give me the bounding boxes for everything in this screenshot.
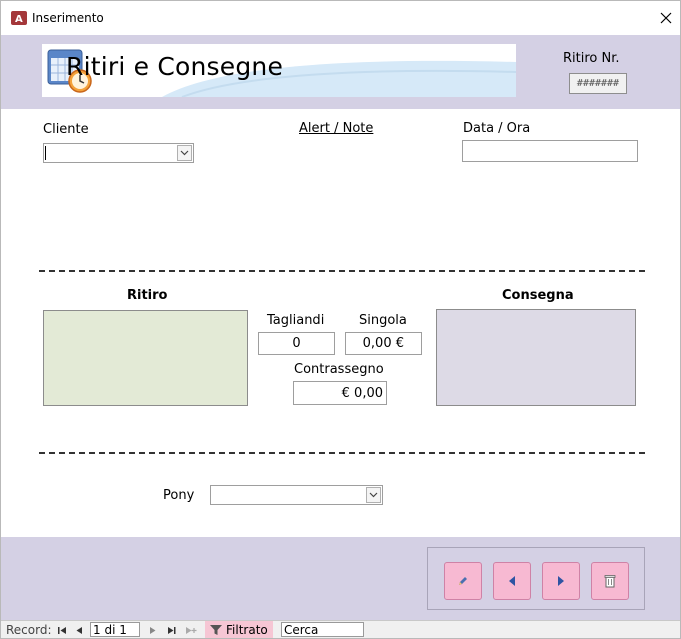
trash-icon	[604, 575, 616, 588]
pony-label: Pony	[163, 488, 195, 503]
chevron-down-icon	[180, 150, 189, 156]
data-ora-label: Data / Ora	[463, 121, 531, 136]
singola-input[interactable]: 0,00 €	[345, 332, 422, 355]
tagliandi-input[interactable]: 0	[258, 332, 335, 355]
ritiro-nr-field: #######	[569, 73, 627, 94]
pencil-icon	[459, 577, 467, 585]
record-navigator: Record: 1 di 1 Filtrato Cerca	[1, 620, 680, 638]
ritiro-label: Ritiro	[127, 288, 168, 303]
prev-record-button[interactable]	[75, 624, 83, 638]
filter-toggle[interactable]: Filtrato	[205, 621, 273, 638]
ritiro-nr-label: Ritiro Nr.	[563, 51, 620, 66]
section-divider	[39, 270, 645, 272]
search-input[interactable]: Cerca	[281, 622, 364, 637]
record-label: Record:	[6, 623, 52, 637]
page-title: Ritiri e Consegne	[66, 52, 284, 81]
section-divider	[39, 452, 645, 454]
cliente-label: Cliente	[43, 122, 89, 137]
header-logo: Ritiri e Consegne	[42, 44, 516, 97]
chevron-down-icon	[369, 492, 378, 498]
form-window: A Inserimento Ritiri e Consegne Ritiro N…	[0, 0, 681, 639]
pony-dropdown-button[interactable]	[366, 487, 381, 503]
consegna-label: Consegna	[502, 288, 574, 303]
form-header: Ritiri e Consegne Ritiro Nr. #######	[1, 35, 680, 109]
pony-combobox[interactable]	[210, 485, 383, 505]
window-title: Inserimento	[32, 11, 104, 25]
cliente-dropdown-button[interactable]	[177, 145, 192, 161]
nav-button-group	[427, 547, 645, 610]
close-button[interactable]	[653, 5, 679, 31]
consegna-panel[interactable]	[436, 309, 636, 406]
triangle-left-icon	[509, 576, 515, 586]
new-record-icon	[186, 627, 197, 634]
first-record-button[interactable]	[58, 624, 67, 638]
access-app-icon: A	[11, 11, 27, 25]
text-cursor	[45, 146, 46, 160]
first-record-icon	[58, 627, 66, 634]
filter-icon	[210, 625, 222, 635]
data-ora-input[interactable]	[462, 140, 638, 162]
new-record-button[interactable]	[185, 624, 197, 638]
filter-label: Filtrato	[226, 623, 268, 637]
triangle-right-icon	[558, 576, 564, 586]
tagliandi-label: Tagliandi	[267, 313, 325, 328]
next-button[interactable]	[542, 562, 580, 600]
cliente-combobox[interactable]	[43, 143, 194, 163]
contrassegno-input[interactable]: € 0,00	[293, 381, 387, 405]
singola-label: Singola	[359, 313, 407, 328]
next-record-icon	[150, 627, 156, 634]
prev-record-icon	[76, 627, 82, 634]
last-record-icon	[168, 627, 176, 634]
delete-button[interactable]	[591, 562, 629, 600]
last-record-button[interactable]	[167, 624, 176, 638]
next-record-button[interactable]	[149, 624, 157, 638]
ritiro-panel[interactable]	[43, 310, 248, 406]
edit-button[interactable]	[444, 562, 482, 600]
previous-button[interactable]	[493, 562, 531, 600]
record-position-input[interactable]: 1 di 1	[90, 622, 140, 637]
title-bar: A Inserimento	[1, 1, 680, 35]
alert-note-link[interactable]: Alert / Note	[299, 121, 373, 136]
form-footer	[1, 537, 680, 620]
contrassegno-label: Contrassegno	[294, 362, 384, 377]
svg-text:A: A	[15, 14, 23, 25]
close-icon	[660, 12, 672, 24]
